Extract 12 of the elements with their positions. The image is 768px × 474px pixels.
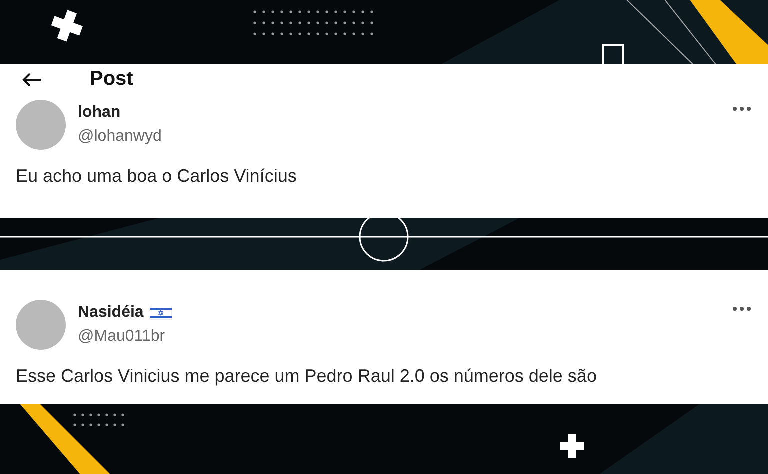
display-name: lohan: [78, 104, 121, 122]
page-title: Post: [90, 68, 134, 90]
plus-shape: [51, 10, 83, 42]
user-handle[interactable]: @lohanwyd: [78, 128, 162, 146]
dot-grid: [74, 414, 124, 426]
user-handle[interactable]: @Mau011br: [78, 328, 172, 346]
back-arrow-icon[interactable]: [22, 73, 42, 87]
more-options-icon[interactable]: [732, 306, 752, 312]
more-options-icon[interactable]: [732, 106, 752, 112]
post-text: Eu acho uma boa o Carlos Vinícius: [16, 166, 298, 187]
display-name: Nasidéia: [78, 304, 144, 322]
post-text: Esse Carlos Vinicius me parece um Pedro Raul 2.0 os números dele são: [16, 366, 598, 387]
